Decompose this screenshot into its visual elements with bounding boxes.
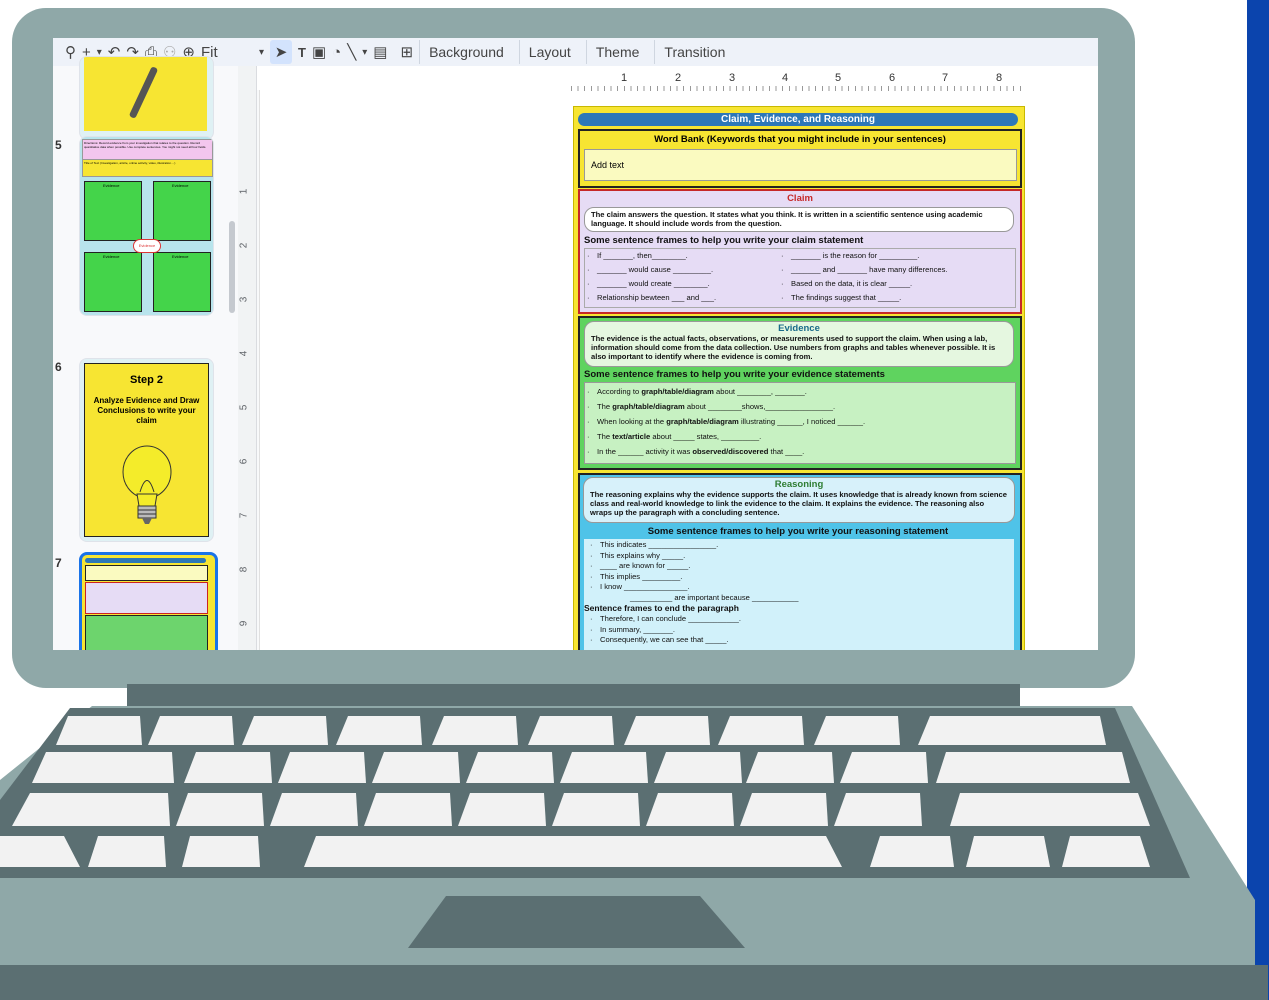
reasoning-frames-box: · This indicates ________________. · This … <box>584 539 1014 650</box>
reasoning-heading: Reasoning <box>774 479 824 490</box>
cer-slide[interactable]: Claim, Evidence, and Reasoning Word Bank… <box>573 106 1025 650</box>
slide-number-6: 6 <box>55 360 62 374</box>
evidence-quad-4: Evidence <box>153 252 211 312</box>
shape-icon[interactable]: ◔ <box>332 40 341 64</box>
search-icon[interactable]: ⚲ <box>65 40 76 64</box>
laptop-base-edge <box>0 965 1268 1000</box>
claim-frames-heading: Some sentence frames to help you write y… <box>584 235 864 246</box>
evidence-quad-1: Evidence <box>84 181 142 241</box>
word-bank-input[interactable]: Add text <box>584 149 1017 181</box>
claim-box: Claim The claim answers the question. It… <box>578 189 1022 314</box>
lightbulb-icon <box>122 445 172 524</box>
claim-frames-box: · If _______, then________. · _______ woul… <box>584 248 1016 308</box>
word-bank-heading: Word Bank (Keywords that you might inclu… <box>654 134 946 145</box>
claim-description: The claim answers the question. It state… <box>584 207 1014 232</box>
evidence-quad-2: Evidence <box>153 181 211 241</box>
evidence-center: Evidence <box>133 239 161 253</box>
thumb-claim <box>85 582 208 614</box>
evidence-box: Evidence The evidence is the actual fact… <box>578 316 1022 470</box>
slide-thumbnail-6[interactable]: Step 2 Analyze Evidence and Draw Conclus… <box>79 358 214 542</box>
evidence-description: The evidence is the actual facts, observ… <box>591 334 996 361</box>
thumb-title-bar <box>85 558 206 563</box>
slide-5-directions: Directions: Record evidence from your in… <box>82 139 213 160</box>
slide-5-title: Title of Text (Investigation, article, o… <box>82 159 213 177</box>
select-arrow-icon[interactable]: ➤ <box>270 40 293 64</box>
touchpad <box>408 896 745 948</box>
vertical-ruler: 1 2 3 4 5 6 7 8 9 10 <box>238 66 257 650</box>
evidence-quad-3: Evidence <box>84 252 142 312</box>
slide-thumbnail-4[interactable] <box>79 56 214 140</box>
slide-6-heading: Step 2 <box>129 374 163 386</box>
layout-button[interactable]: Layout <box>518 40 580 64</box>
evidence-frames: · According to graph/table/diagram about … <box>587 387 866 456</box>
evidence-heading: Evidence <box>778 323 820 334</box>
word-bank-box: Word Bank (Keywords that you might inclu… <box>578 129 1022 188</box>
reasoning-end-heading: Sentence frames to end the paragraph <box>584 603 739 613</box>
slide-thumbnail-7-selected[interactable] <box>79 552 218 650</box>
reasoning-end-frames: · Therefore, I can conclude ____________.… <box>590 614 742 644</box>
add-comment-icon[interactable]: ⊞ <box>400 40 413 64</box>
horizontal-ruler: 1 2 3 4 5 6 7 8 <box>571 70 1026 91</box>
comment-icon[interactable]: ▤ <box>373 40 387 64</box>
slide-6-subheading: Analyze Evidence and Draw Conclusions to… <box>93 396 200 425</box>
evidence-frames-heading: Some sentence frames to help you write y… <box>584 369 885 380</box>
line-icon[interactable]: ╲ <box>347 40 356 64</box>
thumb-word-bank <box>85 565 208 581</box>
background-button[interactable]: Background <box>419 40 513 64</box>
theme-button[interactable]: Theme <box>585 40 649 64</box>
screen: ⚲ + ▾ ↶ ↷ ⎙ ⚇ ⊕ Fit ▾ ➤ T ▣ ◔ ╲ ▾ ▤ ⊞ Ba… <box>53 38 1098 650</box>
claim-frames-left: · If _______, then________. · _______ woul… <box>587 251 717 302</box>
text-box-icon[interactable]: T <box>298 40 306 64</box>
slide-filmstrip: 5 Directions: Record evidence from your … <box>53 56 238 650</box>
slide-number-5: 5 <box>55 138 62 152</box>
claim-frames-right: · _______ is the reason for _________. · _… <box>781 251 948 302</box>
reasoning-description-pill: Reasoning The reasoning explains why the… <box>583 477 1015 523</box>
reasoning-frames-heading: Some sentence frames to help you write y… <box>647 526 949 537</box>
zoom-chevron-icon[interactable]: ▾ <box>259 40 264 64</box>
transition-button[interactable]: Transition <box>654 40 734 64</box>
image-icon[interactable]: ▣ <box>312 40 326 64</box>
doc-title: Claim, Evidence, and Reasoning <box>578 113 1018 126</box>
line-chevron-icon[interactable]: ▾ <box>362 40 367 64</box>
evidence-description-pill: Evidence The evidence is the actual fact… <box>584 321 1014 367</box>
slide-thumbnail-5[interactable]: Directions: Record evidence from your in… <box>79 136 214 316</box>
slide-6-card: Step 2 Analyze Evidence and Draw Conclus… <box>84 363 209 537</box>
claim-heading: Claim <box>787 193 813 204</box>
reasoning-box: Reasoning The reasoning explains why the… <box>578 473 1022 650</box>
slide-number-7: 7 <box>55 556 62 570</box>
filmstrip-scrollbar[interactable] <box>229 221 235 313</box>
reasoning-description: The reasoning explains why the evidence … <box>590 490 1007 517</box>
thumb-evidence <box>85 615 208 650</box>
evidence-frames-box: · According to graph/table/diagram about … <box>584 382 1016 464</box>
reasoning-frames: · This indicates ________________. · This … <box>590 540 799 602</box>
laptop-hinge <box>127 684 1020 706</box>
